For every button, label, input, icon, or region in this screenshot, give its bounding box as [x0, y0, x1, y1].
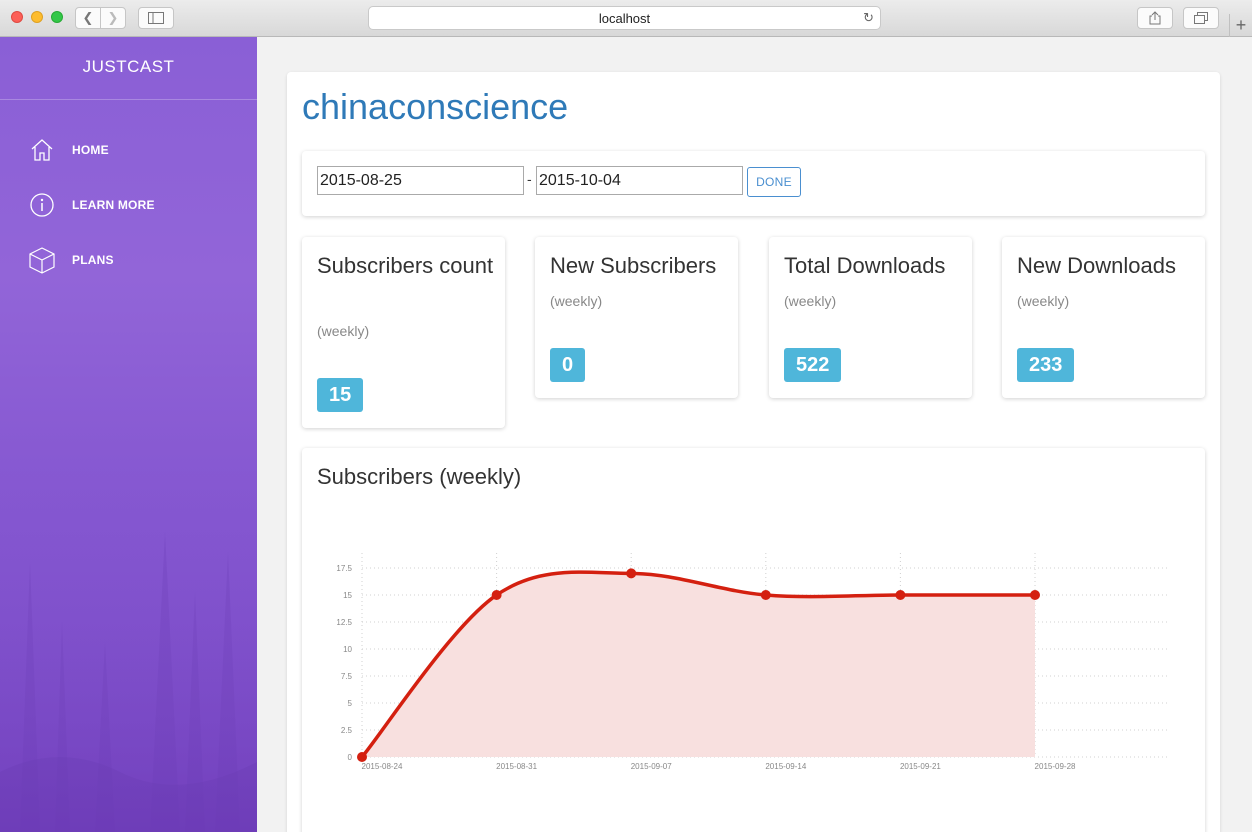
date-separator: -	[527, 171, 532, 187]
sidebar-item-label: LEARN MORE	[72, 198, 155, 212]
date-range-card: - DONE	[302, 151, 1205, 216]
stat-title: New Subscribers	[550, 253, 717, 278]
brand-logo[interactable]: JUSTCAST	[0, 57, 257, 77]
stat-subtitle: (weekly)	[550, 293, 603, 309]
address-bar[interactable]: localhost ↻	[368, 6, 881, 30]
sidebar-divider	[0, 99, 257, 100]
y-tick-label: 15	[343, 591, 352, 600]
tab-overview-button[interactable]	[1183, 7, 1219, 29]
subscribers-chart: 0 2.5 5 7.5 10 12.5 15 17.5 2015-08-24 2015-08-31…	[336, 553, 1168, 771]
data-point	[491, 590, 502, 600]
stat-title: Total Downloads	[784, 253, 946, 278]
data-point	[626, 568, 637, 579]
back-button[interactable]: ❮	[75, 7, 101, 29]
stat-card-total-downloads: Total Downloads (weekly) 522	[769, 237, 972, 398]
share-icon	[1149, 11, 1161, 25]
series-area	[362, 572, 1036, 757]
chevron-right-icon: ❯	[107, 10, 119, 25]
stat-subtitle: (weekly)	[1017, 293, 1070, 309]
cube-icon	[28, 246, 56, 274]
data-point	[357, 752, 367, 762]
info-icon	[28, 191, 56, 219]
x-tick-label: 2015-09-28	[1035, 762, 1076, 771]
url-text: localhost	[598, 10, 651, 26]
stat-value-badge: 15	[317, 378, 364, 412]
window-maximize-button[interactable]	[51, 11, 63, 23]
x-tick-label: 2015-09-07	[631, 762, 672, 771]
sidebar-item-label: PLANS	[72, 253, 114, 267]
sidebar-item-learn-more[interactable]: LEARN MORE	[28, 191, 155, 219]
window-minimize-button[interactable]	[31, 11, 43, 23]
y-tick-label: 7.5	[341, 672, 353, 681]
browser-toolbar: ❮ ❯ localhost ↻ +	[0, 0, 1252, 37]
x-tick-label: 2015-09-21	[900, 762, 941, 771]
x-tick-label: 2015-09-14	[765, 762, 806, 771]
y-tick-label: 0	[348, 753, 353, 762]
stat-value-badge: 0	[550, 348, 586, 382]
share-button[interactable]	[1137, 7, 1173, 29]
end-date-input[interactable]	[536, 166, 743, 195]
stat-subtitle: (weekly)	[317, 323, 370, 339]
forward-button[interactable]: ❯	[100, 7, 126, 29]
y-tick-label: 10	[343, 645, 352, 654]
stat-title: Subscribers count	[317, 253, 494, 278]
sidebar-item-label: HOME	[72, 143, 109, 157]
main-content: chinaconscience - DONE Subscribers count…	[257, 37, 1252, 832]
x-tick-label: 2015-08-31	[496, 762, 537, 771]
stat-card-subscribers-count: Subscribers count (weekly) 15	[302, 237, 505, 428]
tabs-icon	[1194, 12, 1208, 24]
stat-title: New Downloads	[1017, 253, 1176, 278]
stat-subtitle: (weekly)	[784, 293, 837, 309]
home-icon	[28, 136, 56, 164]
sidebar-icon	[148, 12, 164, 24]
podcast-panel: chinaconscience - DONE Subscribers count…	[287, 72, 1220, 832]
new-tab-button[interactable]: +	[1229, 14, 1252, 37]
sidebar-item-home[interactable]: HOME	[28, 136, 109, 164]
stat-card-new-downloads: New Downloads (weekly) 233	[1002, 237, 1205, 398]
sidebar: JUSTCAST HOME LEARN MORE PLANS	[0, 37, 257, 832]
y-tick-label: 12.5	[336, 618, 352, 627]
x-tick-label: 2015-08-24	[362, 762, 403, 771]
subscribers-chart-card: Subscribers (weekly) 0 2.5 5 7.5 10 12.5 15 17.…	[302, 448, 1205, 832]
y-tick-label: 17.5	[336, 564, 352, 573]
sidebar-item-plans[interactable]: PLANS	[28, 246, 114, 274]
window-close-button[interactable]	[11, 11, 23, 23]
stat-value-badge: 522	[784, 348, 842, 382]
page-title: chinaconscience	[302, 86, 569, 127]
chevron-left-icon: ❮	[82, 10, 94, 25]
data-point	[760, 590, 771, 600]
plus-icon: +	[1235, 15, 1247, 35]
data-point	[1030, 590, 1041, 600]
stat-card-new-subscribers: New Subscribers (weekly) 0	[535, 237, 738, 398]
y-tick-label: 2.5	[341, 726, 353, 735]
sidebar-toggle-button[interactable]	[138, 7, 174, 29]
y-tick-label: 5	[348, 699, 353, 708]
data-point	[895, 590, 906, 600]
forest-background-image	[0, 472, 257, 832]
start-date-input[interactable]	[317, 166, 524, 195]
stat-value-badge: 233	[1017, 348, 1075, 382]
done-button[interactable]: DONE	[747, 167, 801, 197]
reload-icon[interactable]: ↻	[863, 10, 874, 26]
